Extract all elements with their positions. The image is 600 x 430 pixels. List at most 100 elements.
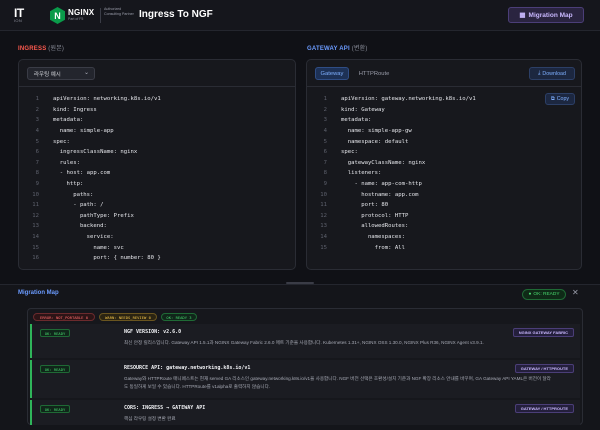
line-number: 12 — [320, 212, 327, 219]
row-tag: NGINX GATEWAY FABRIC — [512, 328, 574, 337]
code-line: 7 rules: — [19, 158, 295, 169]
line-number: 14 — [32, 234, 39, 241]
row-tag: GATEWAY / HTTPROUTE — [514, 404, 574, 413]
code-line: 14 namespaces: — [307, 232, 581, 243]
line-number: 3 — [35, 117, 39, 124]
chevron-down-icon: ⌄ — [83, 70, 89, 76]
code-text: spec: — [341, 149, 358, 156]
error-count-pill: ERROR: NOT_PORTABLE 0 — [33, 313, 95, 321]
line-number: 8 — [35, 170, 39, 177]
migration-map-title: Migration Map — [18, 290, 59, 296]
status-badge: ● OK: READY — [522, 289, 566, 300]
map-grid-icon: ▦ — [519, 12, 526, 19]
code-line: 1 apiVersion: gateway.networking.k8s.io/v… — [307, 94, 581, 105]
line-number: 2 — [323, 106, 327, 113]
ingress-section-label: INGRESS (원본) — [18, 43, 64, 52]
code-line: 2 kind: Gateway — [307, 105, 581, 116]
ingress-code-editor[interactable]: 1 apiVersion: networking.k8s.io/v1 2 kind: … — [19, 94, 295, 264]
code-text: port: 80 — [341, 202, 389, 209]
line-number: 15 — [32, 244, 39, 251]
code-text: paths: — [53, 191, 94, 198]
line-number: 15 — [320, 244, 327, 251]
nginx-sub: Part of F5 — [68, 17, 84, 21]
example-select[interactable]: 라우팅 예시 ⌄ — [27, 67, 95, 80]
line-number: 2 — [35, 106, 39, 113]
close-icon[interactable]: ✕ — [572, 288, 579, 297]
migration-map-button[interactable]: ▦ Migration Map — [508, 7, 584, 23]
code-text: name: simple-app-gw — [341, 128, 412, 135]
row-description: Gateway와 HTTPRoute 매니페스트는 현재 served GA 리… — [124, 376, 551, 389]
status-badge-label: OK: READY — [533, 292, 560, 297]
code-text: metadata: — [341, 117, 372, 124]
code-text: apiVersion: networking.k8s.io/v1 — [53, 96, 161, 103]
line-number: 14 — [320, 234, 327, 241]
partner-text: Authorized Consulting Partner — [104, 7, 134, 16]
code-text: name: simple-app — [53, 128, 114, 135]
status-dot-icon: ● — [528, 292, 532, 297]
line-number: 13 — [32, 223, 39, 230]
code-text: name: svc — [53, 244, 124, 251]
line-number: 10 — [32, 191, 39, 198]
tab-httproute[interactable]: HTTPRoute — [355, 67, 393, 80]
code-text: namespace: default — [341, 138, 409, 145]
line-number: 10 — [320, 191, 327, 198]
row-title: RESOURCE API: gateway.networking.k8s.io/… — [124, 365, 251, 371]
migration-map-box: ERROR: NOT_PORTABLE 0 WARN: NEEDS_REVIEW… — [27, 308, 583, 425]
code-line: 5 spec: — [19, 136, 295, 147]
line-number: 4 — [323, 128, 327, 135]
code-line: 12 protocol: HTTP — [307, 211, 581, 222]
code-text: pathType: Prefix — [53, 212, 134, 219]
code-line: 2 kind: Ingress — [19, 105, 295, 116]
row-status-badge: OK: READY — [40, 405, 70, 413]
code-line: 10 hostname: app.com — [307, 189, 581, 200]
code-text: hostname: app.com — [341, 191, 419, 198]
code-line: 5 namespace: default — [307, 136, 581, 147]
app-header: IT ION N NGINX Part of F5 Authorized Con… — [0, 0, 600, 31]
code-text: service: — [53, 234, 114, 241]
migration-map-button-label: Migration Map — [528, 11, 573, 19]
code-text: protocol: HTTP — [341, 212, 409, 219]
code-line: 6 ingressClassName: nginx — [19, 147, 295, 158]
row-status-badge: OK: READY — [40, 329, 70, 337]
code-line: 8 listeners: — [307, 168, 581, 179]
download-button[interactable]: ⤓ Download — [529, 67, 575, 80]
code-line: 1 apiVersion: networking.k8s.io/v1 — [19, 94, 295, 105]
code-line: 4 name: simple-app — [19, 126, 295, 137]
header-divider — [100, 8, 101, 23]
row-title: NGF VERSION: v2.6.0 — [124, 329, 182, 335]
code-line: 15 from: All — [307, 242, 581, 253]
nginx-name: NGINX — [68, 8, 95, 17]
nginx-logo-icon: N — [50, 7, 65, 24]
code-line: 11 port: 80 — [307, 200, 581, 211]
tab-gateway[interactable]: Gateway — [315, 67, 349, 80]
ok-count-pill: OK: READY 3 — [161, 313, 197, 321]
line-number: 8 — [323, 170, 327, 177]
ingress-label: INGRESS — [18, 46, 47, 52]
row-description: 핵심 라우팅 설정 변환 완료 — [124, 416, 176, 421]
line-number: 11 — [320, 202, 327, 209]
line-number: 7 — [35, 159, 39, 166]
code-line: 3 metadata: — [307, 115, 581, 126]
code-text: rules: — [53, 159, 80, 166]
example-select-value: 라우팅 예시 — [34, 71, 61, 78]
app-title: Ingress To NGF — [139, 9, 213, 20]
code-text: kind: Gateway — [341, 106, 385, 113]
code-text: kind: Ingress — [53, 106, 97, 113]
code-text: metadata: — [53, 117, 84, 124]
migration-row: OK: READY RESOURCE API: gateway.networki… — [30, 360, 580, 398]
code-text: gatewayClassName: nginx — [341, 159, 426, 166]
row-tag: GATEWAY / HTTPROUTE — [514, 364, 574, 373]
row-title: CORS: INGRESS → GATEWAY API — [124, 405, 206, 411]
code-text: namespaces: — [341, 234, 405, 241]
line-number: 5 — [323, 138, 327, 145]
line-number: 11 — [32, 202, 39, 209]
code-text: listeners: — [341, 170, 382, 177]
migration-row: OK: READY CORS: INGRESS → GATEWAY API 핵심… — [30, 400, 580, 425]
warn-count-pill: WARN: NEEDS_REVIEW 0 — [99, 313, 157, 321]
line-number: 16 — [32, 255, 39, 262]
row-status-badge: OK: READY — [40, 365, 70, 373]
download-icon: ⤓ — [538, 70, 541, 76]
line-number: 1 — [323, 96, 327, 103]
code-line: 13 allowedRoutes: — [307, 221, 581, 232]
code-line: 8 - host: app.com — [19, 168, 295, 179]
